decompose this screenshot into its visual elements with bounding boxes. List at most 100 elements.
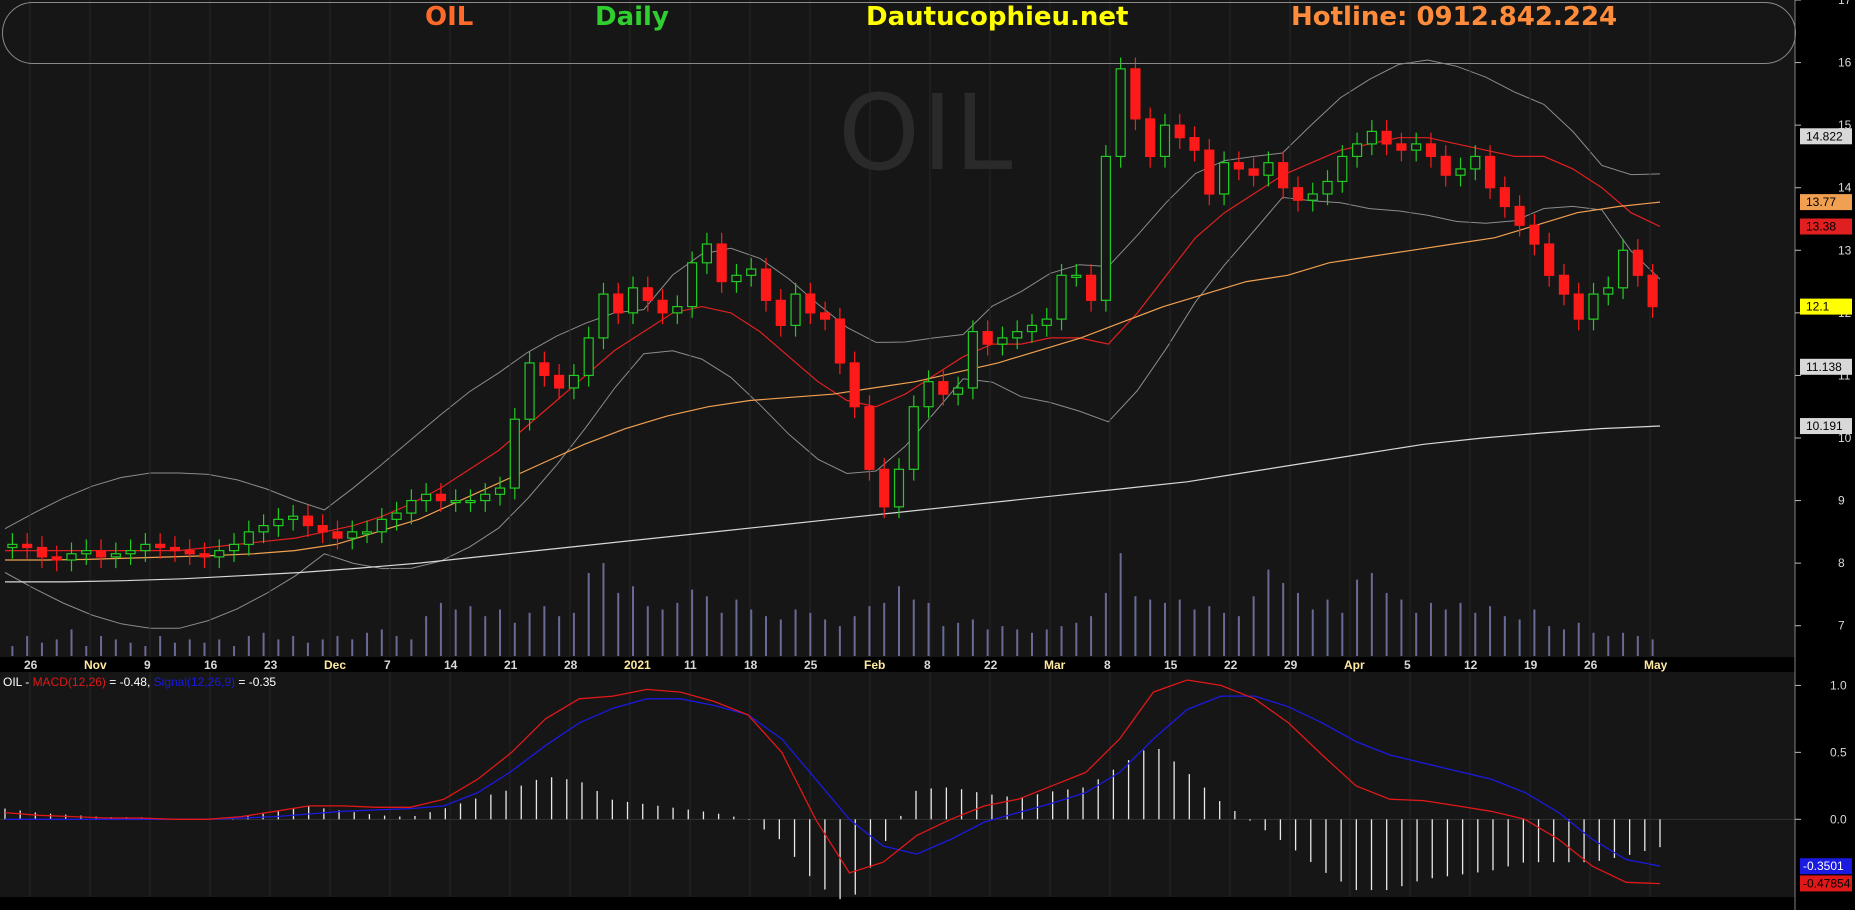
watermark-symbol: OIL [838,72,1015,194]
candle-up [1617,249,1629,289]
x-tick-label: 22 [1224,658,1238,672]
candle-down [36,546,48,558]
candle-up [598,293,609,339]
candle-down [1529,224,1540,245]
y-tick-label: 14 [1838,181,1852,195]
hotline-label: Hotline: 0912.842.224 [1291,2,1618,32]
macd-legend-signal-name: Signal(12,26,9) [153,675,236,689]
site-label[interactable]: Dautucophieu.net [866,2,1128,32]
macd-value-label: -0.47854 [1803,876,1851,890]
candle-up [347,531,358,539]
candle-up [1115,68,1126,158]
candle-up [1071,274,1082,278]
x-tick-label: 2021 [624,658,651,672]
candle-down [1145,118,1156,158]
x-tick-label: 23 [264,658,278,672]
candle-up [1322,180,1333,195]
candle-up [967,331,978,389]
candle-up [288,515,299,520]
macd-legend-prefix: OIL - [3,675,33,689]
candle-down [1189,137,1200,151]
candle-up [746,268,757,276]
candle-down [938,381,949,395]
candle-up [421,493,432,502]
candle-down [1647,274,1658,308]
candle-down [95,550,107,558]
candle-up [214,550,225,558]
candle-up [627,287,639,314]
x-tick-label: Nov [84,658,107,672]
macd-value-label: -0.3501 [1803,859,1844,873]
candle-up [1470,155,1481,170]
x-tick-label: 5 [1404,658,1411,672]
candle-up [1455,168,1466,176]
x-tick-label: 14 [444,658,458,672]
macd-y-tick-label: 1.0 [1830,678,1847,692]
macd-legend-macd-value: = -0.48, [105,675,154,689]
candle-up [1366,130,1377,145]
candle-down [820,312,831,320]
candle-up [273,518,284,527]
price-label: 10.191 [1806,419,1843,433]
candle-down [1381,130,1392,145]
price-label: 12.1 [1806,300,1830,314]
candle-down [1204,149,1215,195]
candle-down [1632,249,1643,276]
candle-up [1056,274,1067,320]
symbol-label: OIL [425,2,474,32]
candle-up [672,306,683,314]
candle-up [701,243,712,264]
candle-down [51,556,62,561]
x-tick-label: May [1644,658,1668,672]
candle-down [1544,243,1555,276]
price-label: 13.77 [1806,195,1836,209]
candle-down [1248,168,1259,176]
candle-down [642,287,653,301]
macd-panel [0,672,1795,897]
x-tick-label: 16 [204,658,218,672]
y-tick-label: 13 [1838,243,1852,257]
x-tick-label: 12 [1464,658,1478,672]
candle-down [199,553,210,558]
y-tick-label: 16 [1838,56,1852,70]
candle-up [361,531,373,535]
candle-up [66,553,77,561]
candle-down [1292,187,1304,201]
candle-up [243,531,254,545]
candle-down [302,515,314,527]
x-tick-label: 29 [1284,658,1298,672]
x-tick-label: 7 [384,658,391,672]
candle-up [1041,318,1052,326]
candle-up [1159,124,1171,158]
candle-up [1218,162,1230,195]
x-tick-label: Feb [864,658,885,672]
candle-up [258,524,269,533]
timeframe-label: Daily [595,2,669,32]
candle-down [317,524,328,533]
candle-down [1425,143,1437,158]
candle-down [879,468,890,508]
x-tick-label: 18 [744,658,758,672]
macd-legend-macd-name: MACD(12,26) [32,675,106,689]
candle-up [731,274,742,283]
x-tick-label: 28 [564,658,578,672]
y-tick-label: 9 [1838,494,1845,508]
candle-down [657,299,668,314]
candle-down [554,374,565,389]
candle-down [1573,293,1584,320]
candle-down [332,531,343,539]
candle-down [982,331,993,345]
x-tick-label: 25 [804,658,818,672]
candle-down [805,293,816,314]
candle-down [155,543,166,549]
candle-up [81,550,92,555]
price-label: 14.822 [1806,129,1843,143]
y-tick-label: 7 [1838,619,1845,633]
candle-down [1174,124,1185,139]
candle-up [1351,143,1363,158]
candle-down [435,493,447,502]
candle-up [997,337,1008,345]
candle-up [465,499,476,504]
candle-up [790,293,801,326]
candle-down [716,243,727,283]
